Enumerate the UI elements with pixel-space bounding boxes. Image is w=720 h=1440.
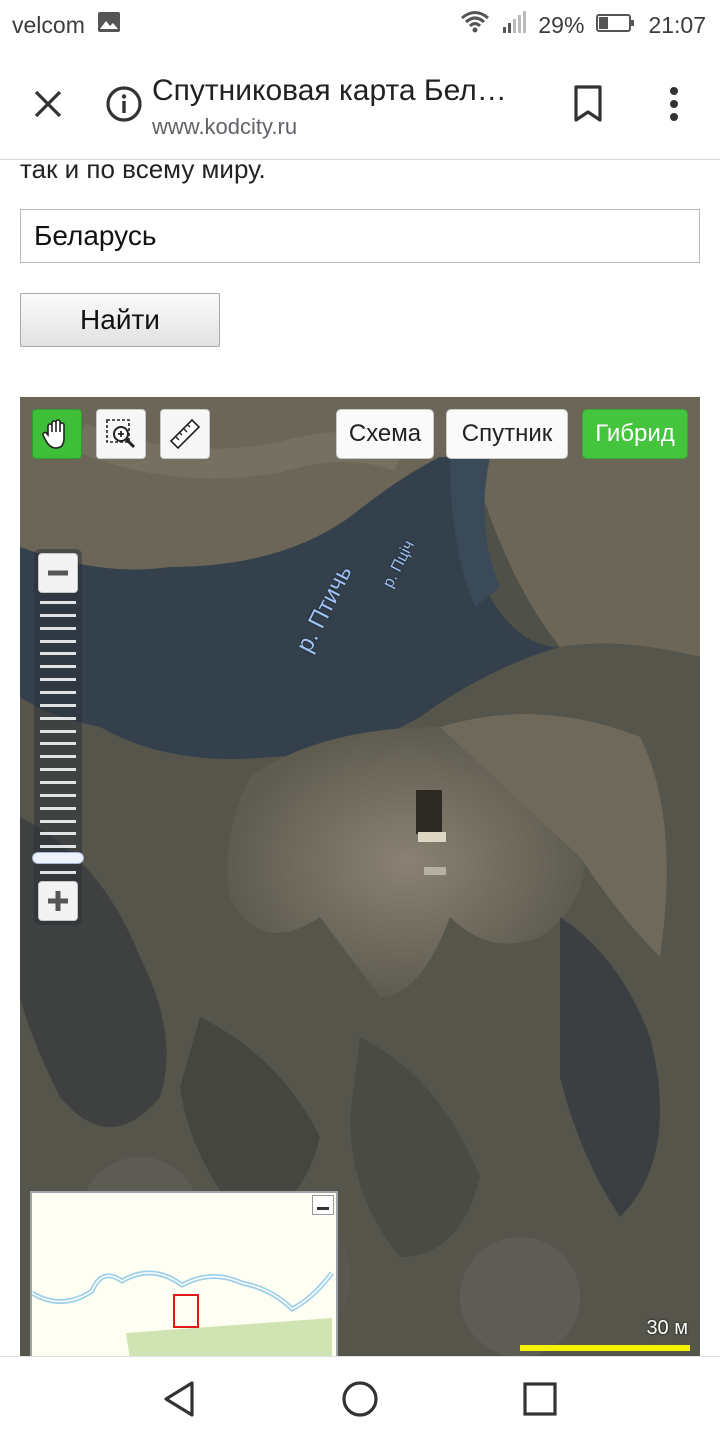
search-input[interactable] <box>20 209 700 263</box>
minimap-collapse-button[interactable] <box>312 1195 334 1215</box>
zoom-tick[interactable] <box>40 665 76 669</box>
zoom-out-button[interactable] <box>38 553 78 593</box>
home-icon <box>342 1381 378 1417</box>
zoom-tick[interactable] <box>40 768 76 772</box>
zoom-tick[interactable] <box>40 729 76 733</box>
zoom-tick[interactable] <box>40 781 76 784</box>
zoom-tick[interactable] <box>40 755 76 759</box>
map-type-hybrid-button[interactable]: Гибрид <box>582 409 688 459</box>
zoom-tick[interactable] <box>40 626 76 630</box>
more-menu-button[interactable] <box>654 80 694 128</box>
overview-minimap[interactable] <box>30 1191 338 1356</box>
bookmark-button[interactable] <box>568 80 608 128</box>
close-icon <box>34 90 62 118</box>
hand-icon <box>42 419 65 449</box>
zoom-tick[interactable] <box>40 871 76 874</box>
zoom-tick[interactable] <box>40 845 76 849</box>
map-view[interactable]: Схема Спутник Гибрид р. Птичь р. Пціч 30… <box>20 397 700 1356</box>
page-url[interactable]: www.kodcity.ru <box>152 114 297 140</box>
pan-tool-button[interactable] <box>32 409 82 459</box>
zoom-tick[interactable] <box>40 832 76 836</box>
battery-icon <box>596 12 636 39</box>
recents-button[interactable] <box>516 1375 564 1423</box>
zoom-tick[interactable] <box>40 716 76 720</box>
zoom-tick[interactable] <box>40 819 76 823</box>
page-content: так и по всему миру. Найти <box>0 160 720 1356</box>
map-scale: 30 м <box>520 1315 690 1355</box>
map-type-satellite-button[interactable]: Спутник <box>446 409 568 459</box>
minus-icon <box>317 1207 329 1210</box>
wifi-icon <box>460 10 490 40</box>
search-button[interactable]: Найти <box>20 293 220 347</box>
browser-toolbar: Спутниковая карта Бел… www.kodcity.ru <box>0 50 720 160</box>
zoom-tick[interactable] <box>40 806 76 810</box>
zoom-tick[interactable] <box>40 652 76 656</box>
zoom-tick[interactable] <box>40 601 76 604</box>
ruler-icon <box>169 418 201 450</box>
zoom-handle[interactable] <box>32 851 84 864</box>
page-title[interactable]: Спутниковая карта Бел… <box>152 74 532 108</box>
back-icon <box>164 1381 194 1417</box>
bookmark-icon <box>574 85 602 122</box>
minus-icon <box>48 570 68 576</box>
scale-label: 30 м <box>646 1317 688 1339</box>
zoom-in-button[interactable] <box>38 881 78 921</box>
page-info-button[interactable] <box>104 84 144 124</box>
status-bar: velcom 29% 21:07 <box>0 0 720 50</box>
signal-icon <box>502 11 527 39</box>
close-tab-button[interactable] <box>22 78 74 130</box>
scale-bar <box>520 1345 690 1351</box>
back-button[interactable] <box>156 1375 204 1423</box>
battery-percent: 29% <box>538 11 585 38</box>
minimap-drawing <box>32 1270 334 1356</box>
map-type-scheme-button[interactable]: Схема <box>336 409 434 459</box>
zoom-tick[interactable] <box>40 703 76 707</box>
zoom-tick[interactable] <box>40 613 76 617</box>
ruler-tool-button[interactable] <box>160 409 210 459</box>
plus-icon <box>48 891 68 911</box>
zoom-tick[interactable] <box>40 793 76 797</box>
image-icon <box>97 11 121 39</box>
recents-icon <box>523 1382 557 1416</box>
zoom-tick[interactable] <box>40 742 76 746</box>
zoom-select-icon <box>106 419 136 449</box>
system-nav-bar <box>0 1356 720 1440</box>
home-button[interactable] <box>336 1375 384 1423</box>
more-vert-icon <box>670 87 678 121</box>
zoom-tick[interactable] <box>40 691 76 694</box>
info-icon <box>106 86 142 122</box>
zoom-slider[interactable] <box>32 549 84 925</box>
clock: 21:07 <box>648 11 706 38</box>
zoom-select-tool-button[interactable] <box>96 409 146 459</box>
zoom-tick[interactable] <box>40 678 76 682</box>
zoom-tick[interactable] <box>40 639 76 643</box>
carrier-name: velcom <box>12 11 85 38</box>
intro-text: так и по всему миру. <box>20 160 266 184</box>
